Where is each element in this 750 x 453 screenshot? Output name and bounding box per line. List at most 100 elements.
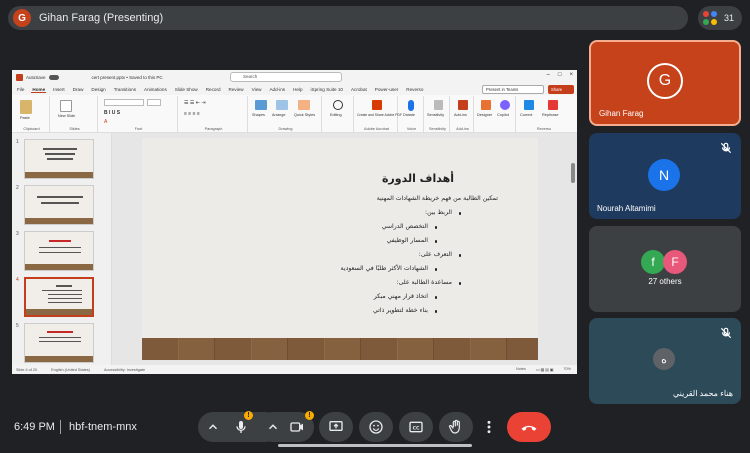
present-in-teams-button[interactable]: Present in Teams (482, 85, 544, 94)
arrange-icon[interactable] (276, 100, 288, 110)
quick-styles-icon[interactable] (298, 100, 310, 110)
menu-record[interactable]: Record (205, 87, 222, 92)
presenter-label: Gihan Farag (Presenting) (39, 12, 164, 24)
menu-slide-show[interactable]: Slide Show (174, 87, 199, 92)
arrange-label: Arrange (272, 113, 286, 117)
font-name-select[interactable] (104, 99, 144, 106)
presenter-banner[interactable]: G Gihan Farag (Presenting) (8, 6, 688, 30)
menu-add-ins[interactable]: Add-ins (268, 87, 286, 92)
reactions-button[interactable] (359, 412, 393, 442)
present-screen-button[interactable] (319, 412, 353, 442)
maximize-icon[interactable]: □ (558, 72, 562, 78)
notes-button[interactable]: Notes (516, 367, 526, 372)
menu-insert[interactable]: Insert (52, 87, 66, 92)
group-slides: New Slide Slides (52, 96, 98, 132)
menu-animations[interactable]: Animations (143, 87, 168, 92)
designer-icon[interactable] (481, 100, 491, 110)
font-color-icon[interactable]: A (104, 119, 107, 125)
mic-off-icon (720, 327, 732, 339)
others-tile[interactable]: f F 27 others (589, 226, 741, 312)
menu-design[interactable]: Design (90, 87, 106, 92)
autosave-toggle[interactable] (48, 74, 59, 80)
ppt-search-input[interactable]: Search (230, 72, 342, 82)
slide-thumbnail-pane[interactable]: 1 2 3 4 5 (12, 133, 112, 365)
present-screen-icon (329, 421, 343, 431)
menu-home[interactable]: Home (31, 87, 47, 93)
dictate-icon[interactable] (408, 100, 414, 111)
group-add-ins: Add-ins Add-ins (452, 96, 474, 132)
zoom-level[interactable]: 70% (563, 367, 571, 372)
create-pdf-label: Create and Share Adobe PDF (357, 113, 403, 117)
slide-thumbnail[interactable] (24, 231, 94, 271)
slide-line: الشهادات الأكثر طلبًا في السعودية (340, 265, 428, 272)
participant-tile-presenter[interactable]: G Gihan Farag (589, 40, 741, 126)
add-ins-icon[interactable] (458, 100, 468, 110)
thumb-number: 5 (16, 323, 19, 329)
copilot-label: Copilot (497, 113, 509, 117)
share-button[interactable]: Share (548, 85, 574, 94)
menu-view[interactable]: View (251, 87, 263, 92)
participant-tile[interactable]: ه هناء محمد القريني (589, 318, 741, 404)
quick-styles-label: Quick Styles (294, 113, 316, 117)
find-icon[interactable] (333, 100, 343, 110)
chevron-up-icon[interactable] (266, 420, 280, 434)
group-clipboard-label: Clipboard (23, 127, 40, 131)
align-icons[interactable]: ≡ ≡ ≡ ≡ (184, 111, 200, 117)
group-editing: Editing (324, 96, 354, 132)
shapes-label: Shapes (252, 113, 265, 117)
people-button[interactable]: 31 (698, 6, 742, 30)
chevron-up-icon[interactable] (206, 420, 220, 434)
menu-help[interactable]: Help (292, 87, 303, 92)
sensitivity-icon[interactable] (434, 100, 443, 110)
share-label: Share (551, 87, 563, 92)
thumb-number: 4 (16, 277, 19, 283)
meeting-code[interactable]: hbf-tnem-mnx (69, 421, 137, 433)
group-slides-label: Slides (69, 127, 80, 131)
more-options-button[interactable] (479, 412, 499, 442)
accessibility-status[interactable]: Accessibility: Investigate (104, 368, 145, 372)
bold-icon[interactable]: B I U S (104, 110, 120, 116)
people-icon (703, 10, 718, 26)
bullet-marker (434, 310, 437, 313)
minimize-icon[interactable]: – (547, 72, 550, 78)
slide-scrollbar[interactable] (571, 163, 575, 183)
menu-file[interactable]: File (16, 87, 25, 92)
menu-ispring[interactable]: iSpring Suite 10 (310, 87, 344, 92)
bullet-marker (458, 254, 461, 257)
correct-icon[interactable] (524, 100, 534, 110)
new-slide-icon[interactable] (60, 100, 72, 112)
camera-icon[interactable] (289, 419, 305, 435)
language-status[interactable]: English (United States) (51, 368, 90, 372)
slide-line: اتخاذ قرار مهني مبكر (373, 293, 428, 300)
font-size-select[interactable] (147, 99, 161, 106)
menu-reverso[interactable]: Reverso (405, 87, 424, 92)
slide-thumbnail-selected[interactable] (24, 277, 94, 317)
shapes-icon[interactable] (255, 100, 267, 110)
menu-review[interactable]: Review (228, 87, 245, 92)
menu-draw[interactable]: Draw (72, 87, 85, 92)
slide-thumbnail[interactable] (24, 185, 94, 225)
group-clipboard: Paste Clipboard (14, 96, 50, 132)
participant-tile[interactable]: N Nourah Altamimi (589, 133, 741, 219)
menu-acrobat[interactable]: Acrobat (350, 87, 368, 92)
home-indicator (278, 444, 472, 447)
pdf-icon[interactable] (372, 100, 382, 110)
leave-call-button[interactable] (507, 412, 551, 442)
close-icon[interactable]: × (569, 72, 573, 78)
current-slide[interactable]: أهداف الدورة تمكين الطالبة من فهم خريطة … (142, 138, 538, 360)
view-buttons[interactable]: ▭ ▦ ▤ ▣ (536, 367, 554, 372)
captions-button[interactable]: CC (399, 412, 433, 442)
menu-transitions[interactable]: Transitions (113, 87, 137, 92)
raise-hand-button[interactable] (439, 412, 473, 442)
rephrase-icon[interactable] (548, 100, 558, 110)
group-drawing: Shapes Arrange Quick Styles Drawing (250, 96, 322, 132)
menu-power-user[interactable]: Power-user (374, 87, 400, 92)
copilot-icon[interactable] (500, 100, 510, 110)
slide-thumbnail[interactable] (24, 139, 94, 179)
paste-icon[interactable] (20, 100, 32, 114)
dictate-label: Dictate (403, 113, 415, 117)
slide-thumbnail[interactable] (24, 323, 94, 363)
list-icons[interactable]: ☰ ☰ ⇤ ⇥ (184, 100, 206, 106)
divider (60, 420, 61, 434)
microphone-icon[interactable] (233, 419, 249, 435)
